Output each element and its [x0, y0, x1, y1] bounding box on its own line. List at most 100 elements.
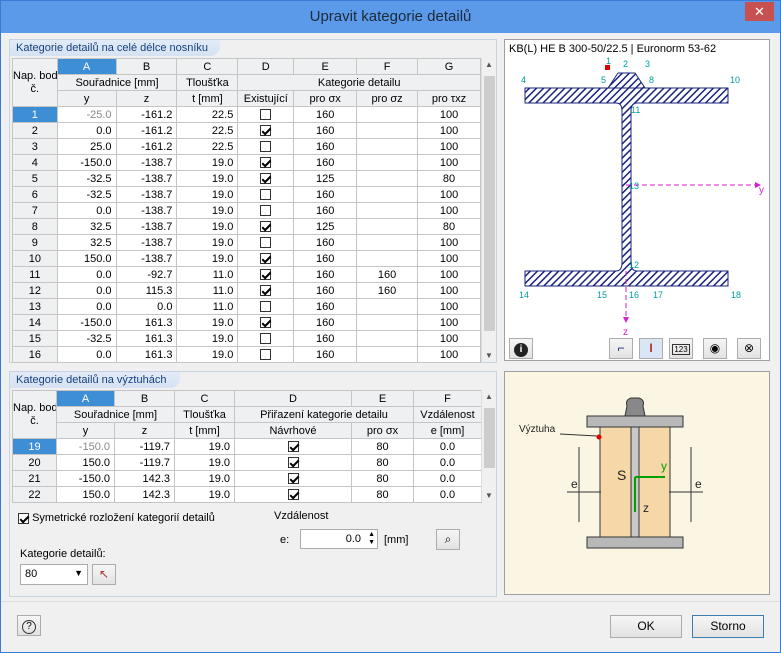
- cell-thickness[interactable]: 22.5: [176, 138, 239, 155]
- row-number[interactable]: 5: [12, 170, 58, 187]
- cell-tau-xz[interactable]: 80: [417, 218, 481, 235]
- cell-existing[interactable]: [237, 186, 295, 203]
- cell-sigma-x[interactable]: 160: [293, 314, 358, 331]
- cell-y[interactable]: 0.0: [56, 298, 117, 315]
- cell-z[interactable]: -161.2: [115, 106, 178, 123]
- cell-thickness[interactable]: 19.0: [174, 454, 235, 471]
- close-button[interactable]: ✕: [745, 2, 774, 21]
- existing-checkbox[interactable]: [260, 109, 272, 121]
- cell-y[interactable]: -25.0: [56, 106, 117, 123]
- row-number[interactable]: 8: [12, 218, 58, 235]
- design-checkbox[interactable]: [287, 441, 299, 453]
- cell-z[interactable]: -138.7: [115, 250, 178, 267]
- cell-tau-xz[interactable]: 100: [417, 154, 481, 171]
- row-number[interactable]: 20: [12, 454, 57, 471]
- cell-thickness[interactable]: 19.0: [176, 170, 239, 187]
- existing-checkbox[interactable]: [260, 125, 272, 137]
- existing-checkbox[interactable]: [260, 285, 272, 297]
- cell-existing[interactable]: [237, 106, 295, 123]
- symmetric-checkbox[interactable]: [18, 512, 29, 524]
- cell-thickness[interactable]: 19.0: [174, 438, 235, 455]
- cell-thickness[interactable]: 19.0: [176, 218, 239, 235]
- cell-e[interactable]: 0.0: [413, 454, 482, 471]
- cell-thickness[interactable]: 19.0: [174, 470, 235, 487]
- cell-thickness[interactable]: 11.0: [176, 282, 239, 299]
- cell-y[interactable]: 0.0: [56, 282, 117, 299]
- cell-y[interactable]: -32.5: [56, 330, 117, 347]
- cell-tau-xz[interactable]: 100: [417, 122, 481, 139]
- design-checkbox[interactable]: [287, 473, 299, 485]
- cell-sigma-x[interactable]: 160: [293, 138, 358, 155]
- cell-e[interactable]: 0.0: [413, 470, 482, 487]
- cell-tau-xz[interactable]: 100: [417, 346, 481, 363]
- cell-y[interactable]: -32.5: [56, 186, 117, 203]
- row-number[interactable]: 2: [12, 122, 58, 139]
- cell-sigma-x[interactable]: 160: [293, 202, 358, 219]
- cell-y[interactable]: 0.0: [56, 122, 117, 139]
- design-checkbox[interactable]: [287, 457, 299, 469]
- stiffener-table-scrollbar[interactable]: ▲ ▼: [481, 390, 496, 502]
- existing-checkbox[interactable]: [260, 237, 272, 249]
- scroll-down-icon[interactable]: ▼: [485, 351, 493, 360]
- stiff-col-letter-b[interactable]: B: [114, 390, 175, 407]
- cell-sigma-x[interactable]: 160: [293, 266, 358, 283]
- col-letter-f[interactable]: F: [356, 58, 419, 75]
- row-number[interactable]: 10: [12, 250, 58, 267]
- info-button[interactable]: i: [509, 338, 533, 359]
- cell-sigma-z[interactable]: [356, 234, 419, 251]
- cell-z[interactable]: -138.7: [115, 186, 178, 203]
- cell-y[interactable]: 0.0: [56, 266, 117, 283]
- existing-checkbox[interactable]: [260, 317, 272, 329]
- col-letter-g[interactable]: G: [417, 58, 481, 75]
- cell-sigma-z[interactable]: [356, 202, 419, 219]
- cell-tau-xz[interactable]: 100: [417, 282, 481, 299]
- row-number[interactable]: 11: [12, 266, 58, 283]
- cell-existing[interactable]: [237, 298, 295, 315]
- cell-existing[interactable]: [237, 330, 295, 347]
- stiff-scroll-up-icon[interactable]: ▲: [485, 392, 493, 401]
- cell-existing[interactable]: [237, 234, 295, 251]
- cell-sigma-z[interactable]: [356, 170, 419, 187]
- cell-sigma-x[interactable]: 125: [293, 170, 358, 187]
- cell-design[interactable]: [234, 486, 352, 503]
- stiff-col-letter-c[interactable]: C: [174, 390, 235, 407]
- category-select[interactable]: 80 ▼: [20, 564, 88, 585]
- existing-checkbox[interactable]: [260, 205, 272, 217]
- cell-existing[interactable]: [237, 314, 295, 331]
- cell-existing[interactable]: [237, 122, 295, 139]
- cell-sigma-x[interactable]: 160: [293, 154, 358, 171]
- cell-z[interactable]: -138.7: [115, 218, 178, 235]
- cell-y[interactable]: -32.5: [56, 170, 117, 187]
- cell-z[interactable]: -119.7: [114, 454, 175, 471]
- row-number[interactable]: 9: [12, 234, 58, 251]
- cell-z[interactable]: -138.7: [115, 154, 178, 171]
- existing-checkbox[interactable]: [260, 269, 272, 281]
- cell-thickness[interactable]: 19.0: [176, 154, 239, 171]
- cell-sigma-x[interactable]: 80: [351, 438, 414, 455]
- cell-sigma-z[interactable]: [356, 186, 419, 203]
- existing-checkbox[interactable]: [260, 221, 272, 233]
- view-button[interactable]: ◉: [703, 338, 727, 359]
- cell-sigma-z[interactable]: [356, 154, 419, 171]
- stiff-col-letter-a[interactable]: A: [56, 390, 115, 407]
- cell-y[interactable]: 150.0: [56, 454, 115, 471]
- col-letter-b[interactable]: B: [115, 58, 178, 75]
- row-number[interactable]: 14: [12, 314, 58, 331]
- cell-z[interactable]: 161.3: [115, 346, 178, 363]
- cell-y[interactable]: 0.0: [56, 346, 117, 363]
- reset-view-button[interactable]: ⊗: [737, 338, 761, 359]
- cell-sigma-z[interactable]: [356, 314, 419, 331]
- pick-category-button[interactable]: ↖: [92, 564, 116, 585]
- cell-thickness[interactable]: 19.0: [176, 330, 239, 347]
- cell-y[interactable]: 25.0: [56, 138, 117, 155]
- cell-thickness[interactable]: 19.0: [176, 186, 239, 203]
- col-letter-e[interactable]: E: [293, 58, 358, 75]
- cell-z[interactable]: 0.0: [115, 298, 178, 315]
- row-number[interactable]: 7: [12, 202, 58, 219]
- stiff-col-letter-d[interactable]: D: [234, 390, 352, 407]
- cell-y[interactable]: 32.5: [56, 218, 117, 235]
- cell-sigma-z[interactable]: [356, 346, 419, 363]
- existing-checkbox[interactable]: [260, 141, 272, 153]
- symmetric-option[interactable]: Symetrické rozložení kategorií detailů: [18, 512, 215, 524]
- row-number[interactable]: 3: [12, 138, 58, 155]
